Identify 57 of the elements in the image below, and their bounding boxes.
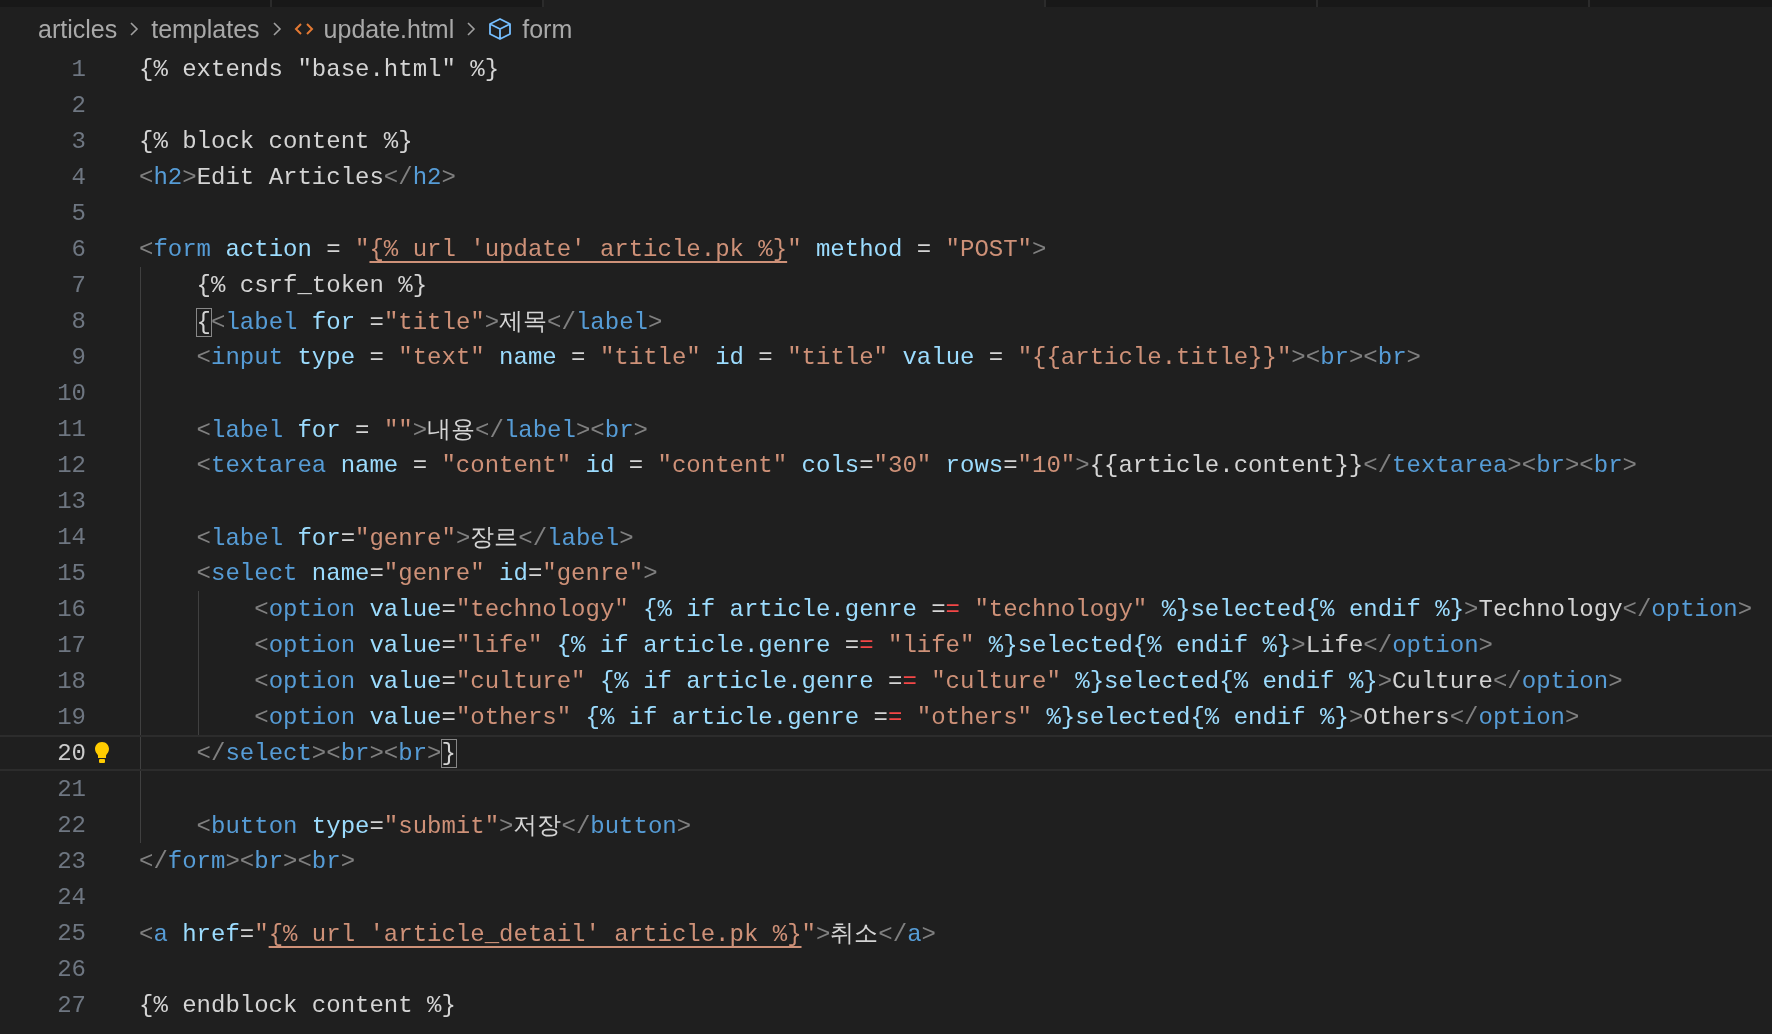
code-line: </form><br><br>: [139, 847, 356, 875]
line-number: 13: [56, 487, 86, 515]
chevron-right-icon: [129, 21, 140, 37]
line-number: 12: [56, 451, 86, 479]
line-number: 3: [70, 127, 86, 155]
code-line: <option value="life" {% if article.genre == "life" %}selected{% endif %}>Life</option>: [253, 631, 1493, 659]
code-line: <option value="technology" {% if article.genre == "technology" %}selected{% endif %}>Technology</option>: [253, 595, 1753, 623]
code-line: <input type = "text" name = "title" id = "title" value = "{{article.title}}"><br><br>: [195, 343, 1421, 371]
chevron-right-icon: [466, 21, 477, 37]
line-number: 27: [56, 991, 86, 1019]
breadcrumb-item[interactable]: update.html: [323, 14, 455, 44]
code-line: <a href="{% url 'article_detail' article.pk %}">취소</a>: [139, 920, 936, 949]
line-number: 7: [70, 271, 86, 299]
line-number: 24: [56, 883, 86, 911]
breadcrumb-item[interactable]: articles: [38, 14, 118, 44]
code-line: <option value="others" {% if article.genre == "others" %}selected{% endif %}>Others</option>: [253, 703, 1580, 731]
line-number: 22: [56, 811, 86, 839]
line-number: 10: [56, 379, 86, 407]
line-number: 26: [56, 955, 86, 983]
code-line: <label for="genre">장르</label>: [195, 524, 634, 553]
line-number: 21: [56, 775, 86, 803]
line-number: 25: [56, 919, 86, 947]
line-number: 19: [56, 703, 86, 731]
code-line: {% csrf_token %}: [195, 271, 428, 299]
code-line: <select name="genre" id="genre">: [195, 559, 658, 587]
code-line: {% block content %}: [139, 127, 413, 155]
line-number: 6: [70, 235, 86, 263]
line-number: 8: [70, 307, 86, 335]
code-line: {% extends "base.html" %}: [139, 55, 500, 83]
line-number: 2: [70, 91, 86, 119]
code-brackets-icon: [293, 21, 314, 37]
code-line: <textarea name = "content" id = "content" cols="30" rows="10">{{article.content}}</textarea><br><br>: [195, 451, 1637, 479]
line-number: 20: [56, 739, 86, 767]
line-number: 11: [56, 415, 86, 443]
line-number: 23: [56, 847, 86, 875]
lightbulb-icon[interactable]: [94, 741, 110, 765]
line-number: 16: [56, 595, 86, 623]
line-number: 9: [70, 343, 86, 371]
chevron-right-icon: [271, 21, 282, 37]
line-number: 15: [56, 559, 86, 587]
line-number: 1: [70, 55, 86, 83]
code-line: {% endblock content %}: [139, 991, 456, 1019]
code-line: </select><br><br>}: [195, 739, 456, 767]
code-line: <button type="submit">저장</button>: [195, 812, 692, 841]
breadcrumb-item[interactable]: form: [522, 14, 573, 44]
line-number: 4: [70, 163, 86, 191]
code-line: {<label for ="title">제목</label>: [195, 308, 663, 337]
code-line: <h2>Edit Articles</h2>: [139, 163, 456, 191]
line-number: 14: [56, 523, 86, 551]
code-line: <option value="culture" {% if article.genre == "culture" %}selected{% endif %}>Culture</option>: [253, 667, 1623, 695]
line-number: 18: [56, 667, 86, 695]
cube-icon: [488, 17, 513, 41]
breadcrumb-item[interactable]: templates: [151, 14, 260, 44]
code-line: <form action = "{% url 'update' article.pk %}" method = "POST">: [139, 235, 1047, 263]
code-line: <label for = "">내용</label><br>: [195, 416, 648, 445]
line-number: 5: [70, 199, 86, 227]
line-number: 17: [56, 631, 86, 659]
